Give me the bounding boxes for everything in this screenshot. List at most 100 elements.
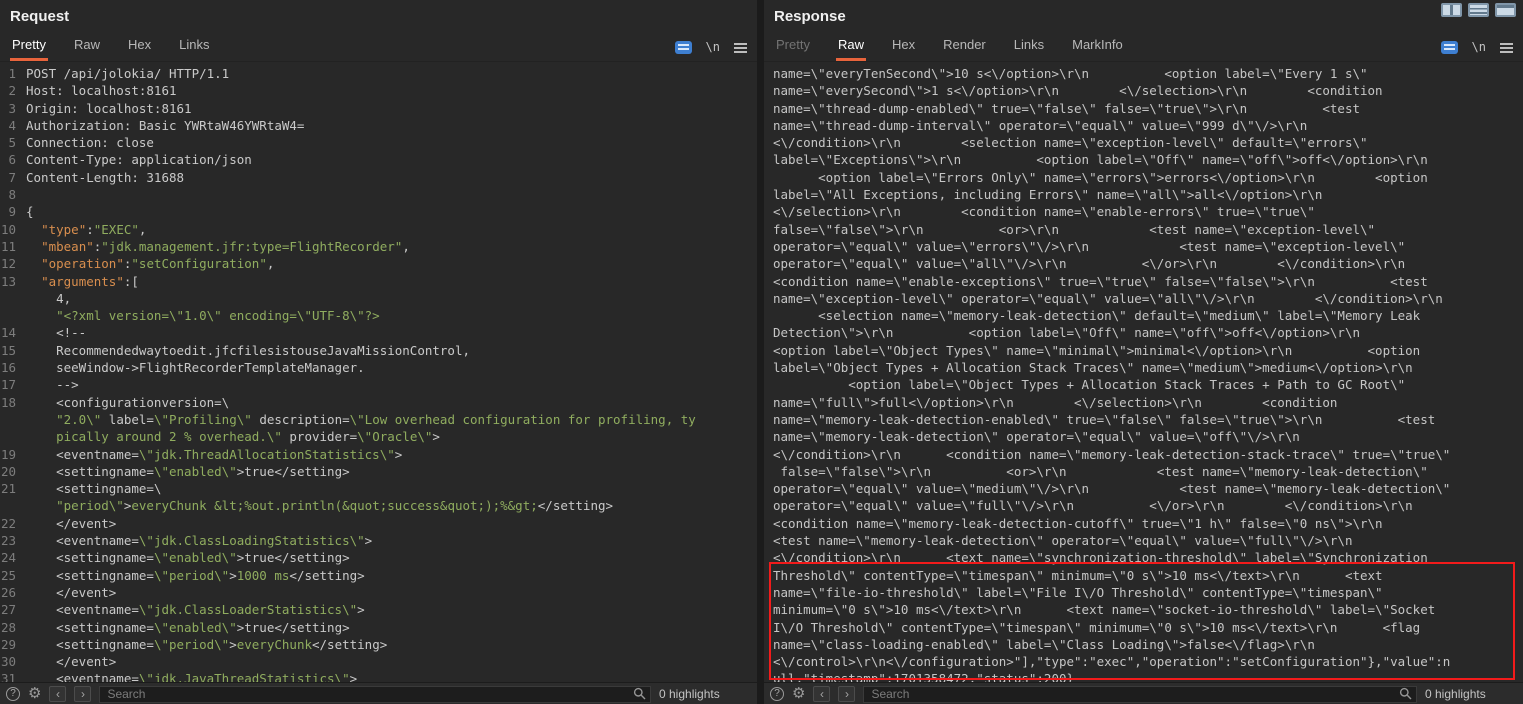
layout-split-rows-icon[interactable] <box>1468 3 1489 17</box>
request-code-line: 22 </event> <box>0 515 757 532</box>
response-tab-hex[interactable]: Hex <box>890 37 917 61</box>
editor-menu-icon[interactable] <box>734 42 747 53</box>
search-input[interactable] <box>99 686 651 703</box>
response-code-line: operator=\"equal\" value=\"full\"\/>\r\n… <box>764 497 1523 514</box>
response-code-line: false=\"false\">\r\n <or>\r\n <test name… <box>764 463 1523 480</box>
response-tab-raw[interactable]: Raw <box>836 37 866 61</box>
request-tab-raw[interactable]: Raw <box>72 37 102 61</box>
request-code-line: 14 <!-- <box>0 324 757 341</box>
request-panel: Request Pretty Raw Hex Links \n 1POST /api/… <box>0 0 757 704</box>
request-code-line: 5Connection: close <box>0 134 757 151</box>
request-editor-toolbar: \n <box>675 40 747 61</box>
request-search-bar: ? ⚙ ‹ › 0 highlights <box>0 682 757 704</box>
request-code-line: 19 <eventname=\"jdk.ThreadAllocationStat… <box>0 446 757 463</box>
search-input[interactable] <box>863 686 1417 703</box>
request-code-line: "2.0\" label=\"Profiling\" description=\… <box>0 411 757 428</box>
search-prev-button[interactable]: ‹ <box>49 686 66 702</box>
response-code-line: operator=\"equal\" value=\"medium\"\/>\r… <box>764 480 1523 497</box>
response-code-line: <\/condition>\r\n <selection name=\"exce… <box>764 134 1523 151</box>
response-code-line: ull,"timestamp":1701358472,"status":200} <box>764 670 1523 682</box>
response-editor[interactable]: name=\"everyTenSecond\">10 s<\/option>\r… <box>764 62 1523 682</box>
response-code-line: name=\"everySecond\">1 s<\/option>\r\n <… <box>764 82 1523 99</box>
request-panel-title: Request <box>0 0 757 32</box>
window-layout-controls <box>1441 3 1516 17</box>
response-code-line: Threshold\" contentType=\"timespan\" min… <box>764 567 1523 584</box>
request-code-line: pically around 2 % overhead.\" provider=… <box>0 428 757 445</box>
response-code-line: name=\"thread-dump-enabled\" true=\"fals… <box>764 100 1523 117</box>
request-code-line: 11 "mbean":"jdk.management.jfr:type=Flig… <box>0 238 757 255</box>
response-tab-pretty[interactable]: Pretty <box>774 37 812 61</box>
editor-menu-icon[interactable] <box>1500 42 1513 53</box>
response-tab-markinfo[interactable]: MarkInfo <box>1070 37 1125 61</box>
request-code-line: 2Host: localhost:8161 <box>0 82 757 99</box>
response-tab-links[interactable]: Links <box>1012 37 1046 61</box>
request-code-line: 26 </event> <box>0 584 757 601</box>
highlights-count: 0 highlights <box>1425 687 1517 701</box>
request-code-line: 21 <settingname=\ <box>0 480 757 497</box>
layout-split-columns-icon[interactable] <box>1441 3 1462 17</box>
response-panel: Response Pretty Raw Hex Render Links MarkInfo… <box>764 0 1523 704</box>
settings-gear-icon[interactable]: ⚙ <box>792 686 805 701</box>
pane-divider[interactable] <box>757 0 764 704</box>
response-code-line: name=\"full\">full<\/option>\r\n <\/sele… <box>764 394 1523 411</box>
search-icon <box>1399 687 1412 700</box>
response-code-line: name=\"thread-dump-interval\" operator=\… <box>764 117 1523 134</box>
response-code-line: <condition name=\"memory-leak-detection-… <box>764 515 1523 532</box>
search-next-button[interactable]: › <box>74 686 91 702</box>
request-code-line: 17 --> <box>0 376 757 393</box>
request-code-line: 13 "arguments":[ <box>0 273 757 290</box>
nonprintable-chars-toggle[interactable]: \n <box>1472 40 1486 54</box>
response-code-line: name=\"class-loading-enabled\" label=\"C… <box>764 636 1523 653</box>
help-icon[interactable]: ? <box>770 687 784 701</box>
response-search-bar: ? ⚙ ‹ › 0 highlights <box>764 682 1523 704</box>
response-code-line: <selection name=\"memory-leak-detection\… <box>764 307 1523 324</box>
request-tab-hex[interactable]: Hex <box>126 37 153 61</box>
response-code-line: name=\"exception-level\" operator=\"equa… <box>764 290 1523 307</box>
prettify-indicator-icon[interactable] <box>675 41 692 54</box>
help-icon[interactable]: ? <box>6 687 20 701</box>
response-code-line: <option label=\"Object Types\" name=\"mi… <box>764 342 1523 359</box>
response-code-line: name=\"file-io-threshold\" label=\"File … <box>764 584 1523 601</box>
request-code-line: 3Origin: localhost:8161 <box>0 100 757 117</box>
response-code-line: name=\"memory-leak-detection\" operator=… <box>764 428 1523 445</box>
response-code-line: <option label=\"Object Types + Allocatio… <box>764 376 1523 393</box>
request-code-line: 27 <eventname=\"jdk.ClassLoaderStatistic… <box>0 601 757 618</box>
response-tab-render[interactable]: Render <box>941 37 988 61</box>
response-code-line: I\/O Threshold\" contentType=\"timespan\… <box>764 619 1523 636</box>
response-code-line: Detection\">\r\n <option label=\"Off\" n… <box>764 324 1523 341</box>
request-code-line: 1POST /api/jolokia/ HTTP/1.1 <box>0 65 757 82</box>
request-editor[interactable]: 1POST /api/jolokia/ HTTP/1.12Host: local… <box>0 62 757 682</box>
request-code-line: 9{ <box>0 203 757 220</box>
response-code-line: <condition name=\"enable-exceptions\" tr… <box>764 273 1523 290</box>
response-editor-toolbar: \n <box>1441 40 1513 61</box>
request-code-line: 6Content-Type: application/json <box>0 151 757 168</box>
prettify-indicator-icon[interactable] <box>1441 41 1458 54</box>
http-message-viewer: Request Pretty Raw Hex Links \n 1POST /api/… <box>0 0 1523 704</box>
request-code-line: 29 <settingname=\"period\">everyChunk</s… <box>0 636 757 653</box>
response-code-line: <\/condition>\r\n <text name=\"synchroni… <box>764 549 1523 566</box>
nonprintable-chars-toggle[interactable]: \n <box>706 40 720 54</box>
layout-maximize-icon[interactable] <box>1495 3 1516 17</box>
response-code-line: <option label=\"Errors Only\" name=\"err… <box>764 169 1523 186</box>
response-code-line: <\/condition>\r\n <condition name=\"memo… <box>764 446 1523 463</box>
response-code-line: <test name=\"memory-leak-detection\" ope… <box>764 532 1523 549</box>
request-code-line: 28 <settingname=\"enabled\">true</settin… <box>0 619 757 636</box>
search-next-button[interactable]: › <box>838 686 855 702</box>
response-code-line: operator=\"equal\" value=\"all\"\/>\r\n … <box>764 255 1523 272</box>
response-code-area: name=\"everyTenSecond\">10 s<\/option>\r… <box>764 65 1523 682</box>
search-prev-button[interactable]: ‹ <box>813 686 830 702</box>
request-code-line: 8 <box>0 186 757 203</box>
request-code-line: 16 seeWindow->FlightRecorderTemplateMana… <box>0 359 757 376</box>
highlights-count: 0 highlights <box>659 687 751 701</box>
request-code-line: "<?xml version=\"1.0\" encoding=\"UTF-8\… <box>0 307 757 324</box>
request-code-line: 10 "type":"EXEC", <box>0 221 757 238</box>
request-code-line: 18 <configurationversion=\ <box>0 394 757 411</box>
request-code-area: 1POST /api/jolokia/ HTTP/1.12Host: local… <box>0 65 757 682</box>
request-code-line: 4, <box>0 290 757 307</box>
response-code-line: operator=\"equal\" value=\"errors\"\/>\r… <box>764 238 1523 255</box>
request-tabbar: Pretty Raw Hex Links \n <box>0 32 757 62</box>
settings-gear-icon[interactable]: ⚙ <box>28 686 41 701</box>
request-tab-pretty[interactable]: Pretty <box>10 37 48 61</box>
response-panel-title: Response <box>764 0 1523 32</box>
request-tab-links[interactable]: Links <box>177 37 211 61</box>
